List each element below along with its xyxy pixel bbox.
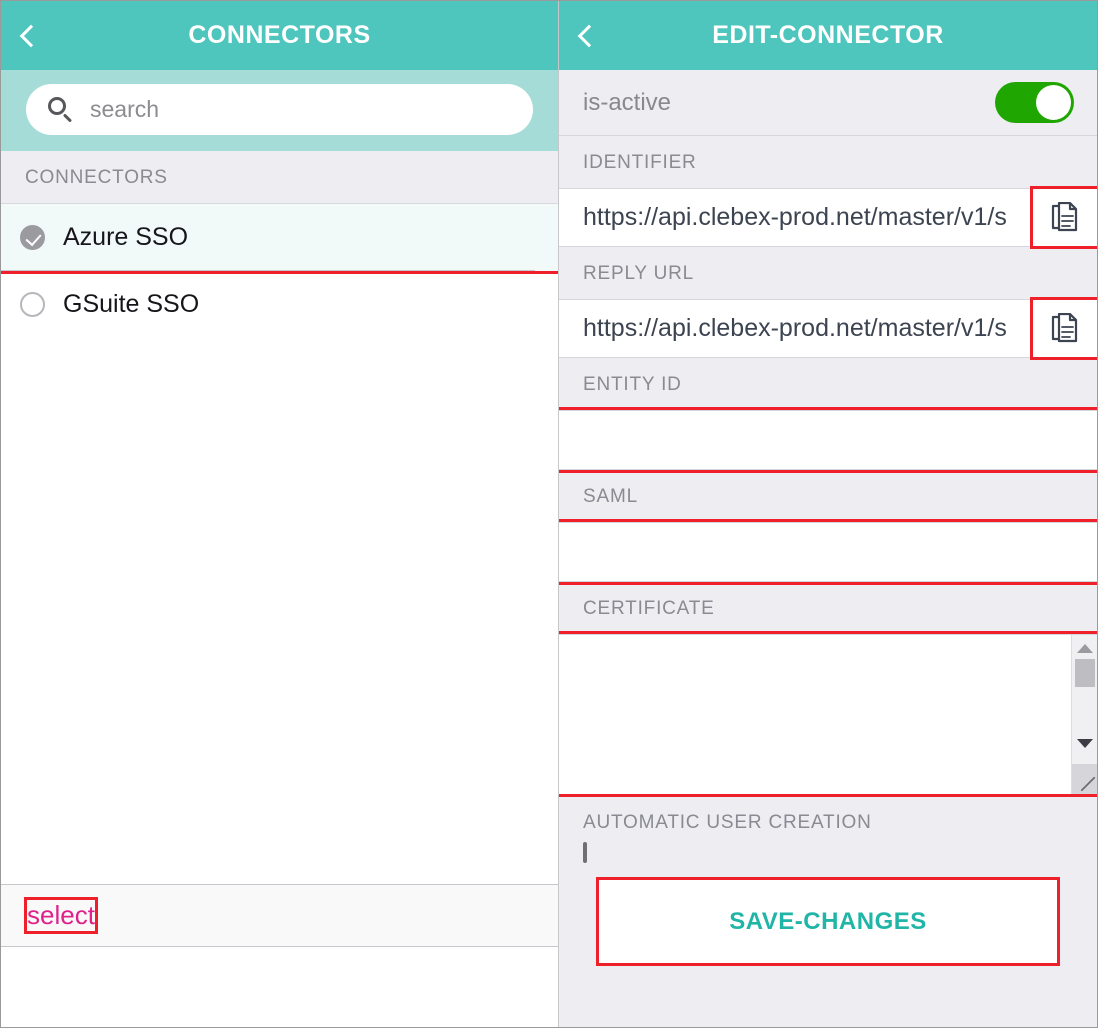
certificate-label: CERTIFICATE [559, 582, 1097, 634]
save-zone: SAVE-CHANGES [559, 868, 1097, 1027]
scrollbar-thumb[interactable] [1075, 659, 1095, 687]
edit-connector-panel: EDIT-CONNECTOR is-active IDENTIFIER http… [559, 1, 1097, 1027]
scroll-down-arrow-icon[interactable] [1077, 739, 1093, 748]
list-item-azure-sso[interactable]: Azure SSO [1, 204, 558, 271]
copy-icon-glyph [1050, 202, 1080, 234]
saml-field[interactable] [559, 522, 1097, 582]
search-icon [46, 95, 76, 125]
connectors-title: CONNECTORS [1, 21, 558, 50]
connectors-panel: CONNECTORS CONNECTORS Azure SSO GSuite S… [1, 1, 559, 1027]
automatic-user-creation-row [559, 844, 1097, 868]
saml-label: SAML [559, 470, 1097, 522]
reply-url-value: https://api.clebex-prod.net/master/v1/s [559, 314, 1033, 343]
identifier-value: https://api.clebex-prod.net/master/v1/s [559, 203, 1033, 232]
automatic-user-creation-checkbox[interactable] [583, 842, 587, 863]
certificate-field[interactable] [559, 634, 1097, 794]
connectors-list: Azure SSO GSuite SSO [1, 204, 558, 884]
edit-connector-back-button[interactable] [559, 1, 619, 70]
search-strip [1, 70, 558, 151]
reply-url-field[interactable]: https://api.clebex-prod.net/master/v1/s [559, 299, 1097, 358]
edit-connector-title: EDIT-CONNECTOR [559, 21, 1097, 50]
is-active-row: is-active [559, 70, 1097, 136]
connectors-list-header: CONNECTORS [1, 151, 558, 204]
search-input[interactable] [88, 95, 513, 124]
copy-icon[interactable] [1033, 189, 1097, 246]
identifier-field[interactable]: https://api.clebex-prod.net/master/v1/s [559, 188, 1097, 247]
list-item-label: GSuite SSO [63, 290, 199, 319]
edit-connector-header: EDIT-CONNECTOR [559, 1, 1097, 70]
app-root: CONNECTORS CONNECTORS Azure SSO GSuite S… [0, 0, 1098, 1028]
chevron-left-icon [578, 24, 601, 47]
entity-id-input[interactable] [559, 411, 1097, 469]
radio-unchecked-icon [20, 292, 45, 317]
is-active-toggle[interactable] [995, 82, 1074, 123]
resize-handle-icon[interactable] [1072, 764, 1097, 794]
certificate-scrollbar[interactable] [1071, 635, 1097, 794]
list-item-label: Azure SSO [63, 223, 188, 252]
reply-url-label: REPLY URL [559, 247, 1097, 299]
connectors-footer: select [1, 884, 558, 947]
entity-id-label: ENTITY ID [559, 358, 1097, 410]
chevron-left-icon [20, 24, 43, 47]
scroll-up-arrow-icon[interactable] [1077, 644, 1093, 653]
connectors-back-button[interactable] [1, 1, 61, 70]
list-item-gsuite-sso[interactable]: GSuite SSO [1, 271, 558, 338]
saml-input[interactable] [559, 523, 1097, 581]
select-button[interactable]: select [27, 900, 95, 931]
left-bottom-spacer [1, 947, 558, 1027]
connectors-header: CONNECTORS [1, 1, 558, 70]
copy-icon[interactable] [1033, 300, 1097, 357]
certificate-textarea[interactable] [559, 635, 1071, 794]
save-changes-button[interactable]: SAVE-CHANGES [599, 880, 1057, 963]
radio-checked-icon [20, 225, 45, 250]
copy-icon-glyph [1050, 313, 1080, 345]
identifier-label: IDENTIFIER [559, 136, 1097, 188]
toggle-knob [1036, 85, 1071, 120]
search-box[interactable] [26, 84, 533, 135]
automatic-user-creation-label: AUTOMATIC USER CREATION [559, 794, 1097, 844]
is-active-label: is-active [583, 89, 671, 117]
entity-id-field[interactable] [559, 410, 1097, 470]
